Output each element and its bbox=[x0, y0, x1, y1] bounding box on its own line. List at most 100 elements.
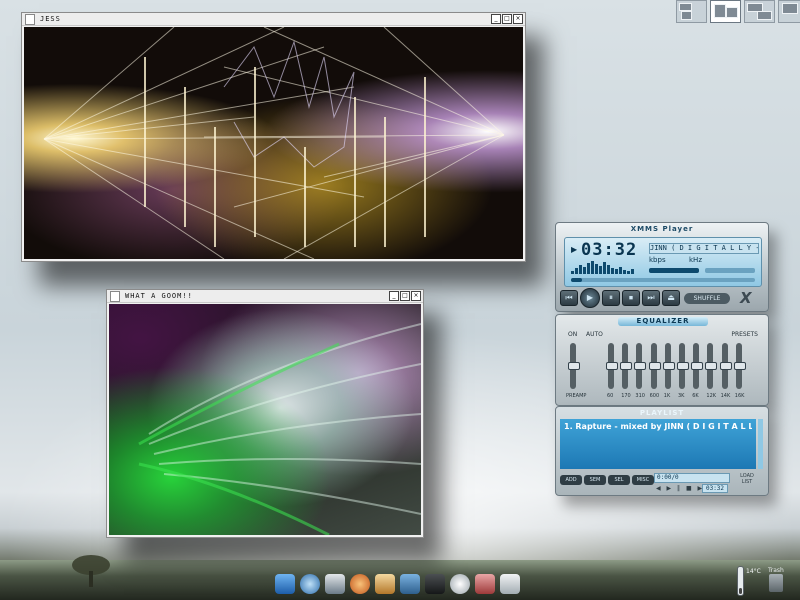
shuffle-button[interactable]: SHUFFLE bbox=[684, 293, 730, 304]
seek-progress bbox=[571, 278, 583, 282]
preamp-label: PREAMP bbox=[566, 393, 587, 399]
workspace-1[interactable] bbox=[676, 0, 707, 23]
workspace-2[interactable] bbox=[710, 0, 741, 23]
playlist-list-button[interactable]: LOAD LIST bbox=[736, 473, 758, 485]
spectrum-bar bbox=[607, 265, 610, 274]
volume-slider[interactable] bbox=[649, 268, 699, 273]
playlist-list[interactable]: 1. Rapture - mixed by JINN ( D I G I T A… bbox=[560, 419, 756, 469]
playlist-add-button[interactable]: ADD bbox=[560, 475, 582, 485]
eq-band-label: 6K bbox=[692, 393, 699, 399]
eq-auto-toggle[interactable]: AUTO bbox=[586, 331, 603, 338]
xmms-logo[interactable]: X bbox=[740, 289, 752, 307]
globe-icon[interactable] bbox=[300, 574, 320, 594]
pause-button[interactable]: ⏸ bbox=[602, 290, 620, 306]
playlist-misc-button[interactable]: MISC bbox=[632, 475, 654, 485]
balance-slider[interactable] bbox=[705, 268, 755, 273]
slider-knob[interactable] bbox=[719, 362, 732, 370]
xmms-main-window[interactable]: XMMS Player ▶ 03:32 JINN ( D I G I T A L… bbox=[555, 222, 769, 312]
eq-band-slider[interactable] bbox=[719, 343, 732, 389]
eq-band-slider[interactable] bbox=[733, 343, 746, 389]
slider-knob[interactable] bbox=[606, 362, 618, 370]
spectrum-bar bbox=[571, 271, 574, 274]
app-icon[interactable] bbox=[110, 291, 120, 302]
thermometer-icon bbox=[737, 566, 744, 596]
seek-bar[interactable] bbox=[571, 278, 755, 282]
trash-icon[interactable] bbox=[769, 574, 783, 592]
disk-icon[interactable] bbox=[500, 574, 520, 594]
eq-band-slider[interactable] bbox=[705, 343, 718, 389]
app-icon[interactable] bbox=[25, 14, 35, 25]
spectrum-bar bbox=[623, 270, 626, 274]
eq-band-label: 310 bbox=[635, 393, 645, 399]
eq-band-slider[interactable] bbox=[662, 343, 675, 389]
xmms-equalizer[interactable]: EQUALIZER ON AUTO PRESETS PREAMP 60 170 31… bbox=[555, 314, 769, 406]
playlist-mini-controls[interactable]: ◀ ▶ ‖ ■ ▶ bbox=[656, 485, 704, 492]
slider-knob[interactable] bbox=[568, 362, 580, 370]
playlist-title: PLAYLIST bbox=[639, 409, 685, 417]
playlist-item[interactable]: 1. Rapture - mixed by JINN ( D I G I T A… bbox=[564, 422, 752, 431]
slider-knob[interactable] bbox=[691, 362, 704, 370]
window-title: WHAT A GOOM!! bbox=[125, 292, 193, 300]
playlist-select-button[interactable]: SEL bbox=[608, 475, 630, 485]
minimize-button[interactable]: _ bbox=[491, 14, 501, 24]
close-button[interactable]: × bbox=[513, 14, 523, 24]
eq-band-label: 60 bbox=[607, 393, 614, 399]
jess-rays bbox=[43, 27, 505, 259]
close-button[interactable]: × bbox=[411, 291, 421, 301]
eq-band-slider[interactable] bbox=[648, 343, 661, 389]
firefox-icon[interactable] bbox=[350, 574, 370, 594]
maximize-button[interactable]: □ bbox=[400, 291, 410, 301]
eq-band-slider[interactable] bbox=[677, 343, 689, 389]
monitor-icon[interactable] bbox=[275, 574, 295, 594]
jess-window[interactable]: JESS _ □ × bbox=[21, 12, 526, 262]
eq-sliders[interactable] bbox=[566, 343, 756, 391]
playlist-scrollbar[interactable] bbox=[758, 419, 763, 469]
eq-band-labels: PREAMP 60 170 310 600 1K 3K 6K 12K 14K 16K bbox=[566, 393, 756, 401]
eq-band-slider[interactable] bbox=[620, 343, 633, 389]
elapsed-time[interactable]: 03:32 bbox=[581, 240, 637, 260]
eq-band-slider[interactable] bbox=[634, 343, 647, 389]
spectrum-bar bbox=[587, 263, 590, 274]
temperature-readout: 14°C bbox=[746, 568, 761, 575]
slider-knob[interactable] bbox=[677, 362, 689, 370]
eq-band-slider[interactable] bbox=[606, 343, 618, 389]
mail-icon[interactable] bbox=[375, 574, 395, 594]
workspace-pager[interactable] bbox=[676, 0, 800, 23]
workspace-4[interactable] bbox=[778, 0, 800, 23]
slider-knob[interactable] bbox=[620, 362, 633, 370]
calendar-icon[interactable] bbox=[325, 574, 345, 594]
spectrum-bar bbox=[599, 266, 602, 274]
slider-knob[interactable] bbox=[705, 362, 718, 370]
spectrum-analyzer[interactable] bbox=[571, 260, 637, 274]
slider-knob[interactable] bbox=[733, 362, 746, 370]
slider-knob[interactable] bbox=[662, 362, 675, 370]
previous-button[interactable]: ⏮ bbox=[560, 290, 578, 306]
settings-icon[interactable] bbox=[475, 574, 495, 594]
slider-knob[interactable] bbox=[634, 362, 647, 370]
music-icon[interactable] bbox=[450, 574, 470, 594]
goom-visualization bbox=[109, 304, 421, 535]
eq-band-slider[interactable] bbox=[691, 343, 704, 389]
image-viewer-icon[interactable] bbox=[400, 574, 420, 594]
preamp-slider[interactable] bbox=[568, 343, 580, 389]
xmms-playlist[interactable]: PLAYLIST 1. Rapture - mixed by JINN ( D … bbox=[555, 406, 769, 496]
terminal-icon[interactable] bbox=[425, 574, 445, 594]
eq-band-label: 170 bbox=[621, 393, 631, 399]
goom-titlebar[interactable]: WHAT A GOOM!! _ □ × bbox=[107, 290, 423, 303]
maximize-button[interactable]: □ bbox=[502, 14, 512, 24]
workspace-3[interactable] bbox=[744, 0, 775, 23]
eq-on-toggle[interactable]: ON bbox=[568, 331, 577, 338]
playlist-remove-button[interactable]: SEM bbox=[584, 475, 606, 485]
play-button[interactable]: ▶ bbox=[580, 288, 600, 308]
slider-knob[interactable] bbox=[648, 362, 661, 370]
stop-button[interactable]: ⏹ bbox=[622, 290, 640, 306]
eject-button[interactable]: ⏏ bbox=[662, 290, 680, 306]
eq-presets-button[interactable]: PRESETS bbox=[731, 331, 758, 338]
next-button[interactable]: ⏭ bbox=[642, 290, 660, 306]
minimize-button[interactable]: _ bbox=[389, 291, 399, 301]
eq-band-label: 600 bbox=[649, 393, 660, 399]
jess-titlebar[interactable]: JESS _ □ × bbox=[22, 13, 525, 26]
goom-window[interactable]: WHAT A GOOM!! _ □ × bbox=[106, 289, 424, 538]
samplerate-label: kHz bbox=[689, 256, 702, 264]
eq-band-label: 16K bbox=[734, 393, 745, 399]
